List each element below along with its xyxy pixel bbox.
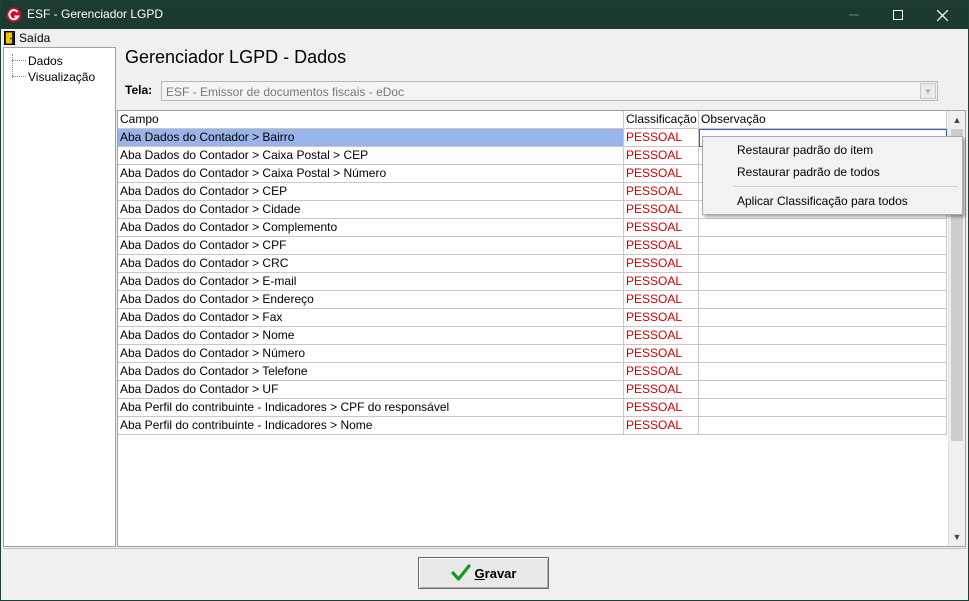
maximize-icon	[893, 10, 903, 20]
context-menu: Restaurar padrão do item Restaurar padrã…	[702, 136, 963, 215]
gravar-label: Gravar	[474, 565, 517, 581]
title-bar[interactable]: ESF - Gerenciador LGPD	[1, 1, 968, 29]
column-header-observacao[interactable]: Observação	[699, 111, 947, 129]
maximize-button[interactable]	[876, 1, 920, 29]
menu-label-saida: Saída	[19, 31, 51, 45]
cell-campo[interactable]: Aba Dados do Contador > Nome	[118, 327, 624, 345]
cell-campo[interactable]: Aba Dados do Contador > E-mail	[118, 273, 624, 291]
tree-item-visualizacao[interactable]: Visualização	[12, 69, 95, 84]
menu-item-saida[interactable]: Saída	[4, 30, 50, 46]
close-icon	[936, 9, 948, 21]
tree-item-dados[interactable]: Dados	[12, 53, 63, 68]
ctx-restaurar-todos[interactable]: Restaurar padrão de todos	[737, 165, 880, 179]
tree-item-label: Visualização	[28, 69, 96, 84]
column-header-classificacao[interactable]: Classificação	[624, 111, 699, 129]
cell-classificacao[interactable]: PESSOAL	[624, 255, 699, 273]
cell-campo[interactable]: Aba Dados do Contador > CEP	[118, 183, 624, 201]
cell-classificacao[interactable]: PESSOAL	[624, 129, 699, 147]
column-header-campo[interactable]: Campo	[118, 111, 624, 129]
cell-observacao[interactable]	[699, 363, 947, 381]
cell-classificacao[interactable]: PESSOAL	[624, 147, 699, 165]
cell-observacao[interactable]	[699, 291, 947, 309]
cell-campo[interactable]: Aba Dados do Contador > CRC	[118, 255, 624, 273]
tela-select[interactable]: ESF - Emissor de documentos fiscais - eD…	[161, 81, 938, 101]
cell-classificacao[interactable]: PESSOAL	[624, 273, 699, 291]
table-row[interactable]: Aba Dados do Contador > Complemento PESSO…	[118, 219, 948, 237]
cell-campo[interactable]: Aba Dados do Contador > Fax	[118, 309, 624, 327]
menu-bar: Saída	[1, 29, 968, 47]
table-row[interactable]: Aba Dados do Contador > CRC PESSOAL	[118, 255, 948, 273]
cell-classificacao[interactable]: PESSOAL	[624, 291, 699, 309]
ctx-aplicar-classificacao[interactable]: Aplicar Classificação para todos	[737, 194, 908, 208]
cell-campo[interactable]: Aba Dados do Contador > Bairro	[118, 129, 624, 147]
cell-campo[interactable]: Aba Dados do Contador > Cidade	[118, 201, 624, 219]
cell-classificacao[interactable]: PESSOAL	[624, 327, 699, 345]
table-row[interactable]: Aba Dados do Contador > UF PESSOAL	[118, 381, 948, 399]
door-exit-icon	[4, 31, 15, 45]
cell-campo[interactable]: Aba Dados do Contador > Endereço	[118, 291, 624, 309]
close-button[interactable]	[920, 1, 964, 29]
cell-classificacao[interactable]: PESSOAL	[624, 219, 699, 237]
cell-classificacao[interactable]: PESSOAL	[624, 417, 699, 435]
cell-observacao[interactable]	[699, 345, 947, 363]
cell-observacao[interactable]	[699, 255, 947, 273]
cell-classificacao[interactable]: PESSOAL	[624, 345, 699, 363]
cell-observacao[interactable]	[699, 219, 947, 237]
table-row[interactable]: Aba Dados do Contador > Nome PESSOAL	[118, 327, 948, 345]
esf-logo-icon	[6, 7, 22, 23]
cell-campo[interactable]: Aba Dados do Contador > Caixa Postal > N…	[118, 165, 624, 183]
cell-classificacao[interactable]: PESSOAL	[624, 309, 699, 327]
scroll-down-icon[interactable]: ▼	[949, 529, 965, 545]
tela-label: Tela:	[125, 83, 153, 97]
grid-header: Campo Classificação Observação	[118, 111, 948, 129]
cell-campo[interactable]: Aba Dados do Contador > Complemento	[118, 219, 624, 237]
navigation-tree: Dados Visualização	[3, 47, 116, 547]
cell-classificacao[interactable]: PESSOAL	[624, 363, 699, 381]
minimize-icon	[849, 14, 859, 16]
cell-campo[interactable]: Aba Dados do Contador > Caixa Postal > C…	[118, 147, 624, 165]
cell-observacao[interactable]	[699, 309, 947, 327]
cell-observacao[interactable]	[699, 237, 947, 255]
cell-observacao[interactable]	[699, 399, 947, 417]
tela-select-value: ESF - Emissor de documentos fiscais - eD…	[166, 85, 405, 99]
cell-campo[interactable]: Aba Dados do Contador > Telefone	[118, 363, 624, 381]
table-row[interactable]: Aba Perfil do contribuinte - Indicadores…	[118, 417, 948, 435]
minimize-button[interactable]	[832, 1, 876, 29]
table-row[interactable]: Aba Dados do Contador > Fax PESSOAL	[118, 309, 948, 327]
table-row[interactable]: Aba Perfil do contribuinte - Indicadores…	[118, 399, 948, 417]
cell-observacao[interactable]	[699, 327, 947, 345]
cell-observacao[interactable]	[699, 381, 947, 399]
cell-campo[interactable]: Aba Perfil do contribuinte - Indicadores…	[118, 417, 624, 435]
cell-observacao[interactable]	[699, 417, 947, 435]
cell-classificacao[interactable]: PESSOAL	[624, 165, 699, 183]
ctx-restaurar-item[interactable]: Restaurar padrão do item	[737, 143, 873, 157]
tree-item-label: Dados	[28, 53, 63, 68]
cell-classificacao[interactable]: PESSOAL	[624, 201, 699, 219]
app-window: ESF - Gerenciador LGPD Saída Dados Visua…	[0, 0, 969, 601]
table-row[interactable]: Aba Dados do Contador > Endereço PESSOAL	[118, 291, 948, 309]
table-row[interactable]: Aba Dados do Contador > E-mail PESSOAL	[118, 273, 948, 291]
table-row[interactable]: Aba Dados do Contador > Telefone PESSOAL	[118, 363, 948, 381]
cell-campo[interactable]: Aba Perfil do contribuinte - Indicadores…	[118, 399, 624, 417]
chevron-down-icon[interactable]: ▼	[920, 83, 936, 99]
cell-classificacao[interactable]: PESSOAL	[624, 183, 699, 201]
window-title: ESF - Gerenciador LGPD	[27, 7, 164, 21]
cell-classificacao[interactable]: PESSOAL	[624, 399, 699, 417]
table-row[interactable]: Aba Dados do Contador > Número PESSOAL	[118, 345, 948, 363]
cell-campo[interactable]: Aba Dados do Contador > UF	[118, 381, 624, 399]
context-menu-separator	[733, 186, 958, 187]
cell-classificacao[interactable]: PESSOAL	[624, 237, 699, 255]
table-row[interactable]: Aba Dados do Contador > CPF PESSOAL	[118, 237, 948, 255]
scroll-up-icon[interactable]: ▲	[949, 112, 965, 128]
cell-classificacao[interactable]: PESSOAL	[624, 381, 699, 399]
cell-campo[interactable]: Aba Dados do Contador > CPF	[118, 237, 624, 255]
cell-observacao[interactable]	[699, 273, 947, 291]
gravar-button[interactable]: Gravar	[418, 557, 549, 589]
page-title: Gerenciador LGPD - Dados	[125, 47, 347, 67]
cell-campo[interactable]: Aba Dados do Contador > Número	[118, 345, 624, 363]
checkmark-icon	[450, 564, 471, 581]
